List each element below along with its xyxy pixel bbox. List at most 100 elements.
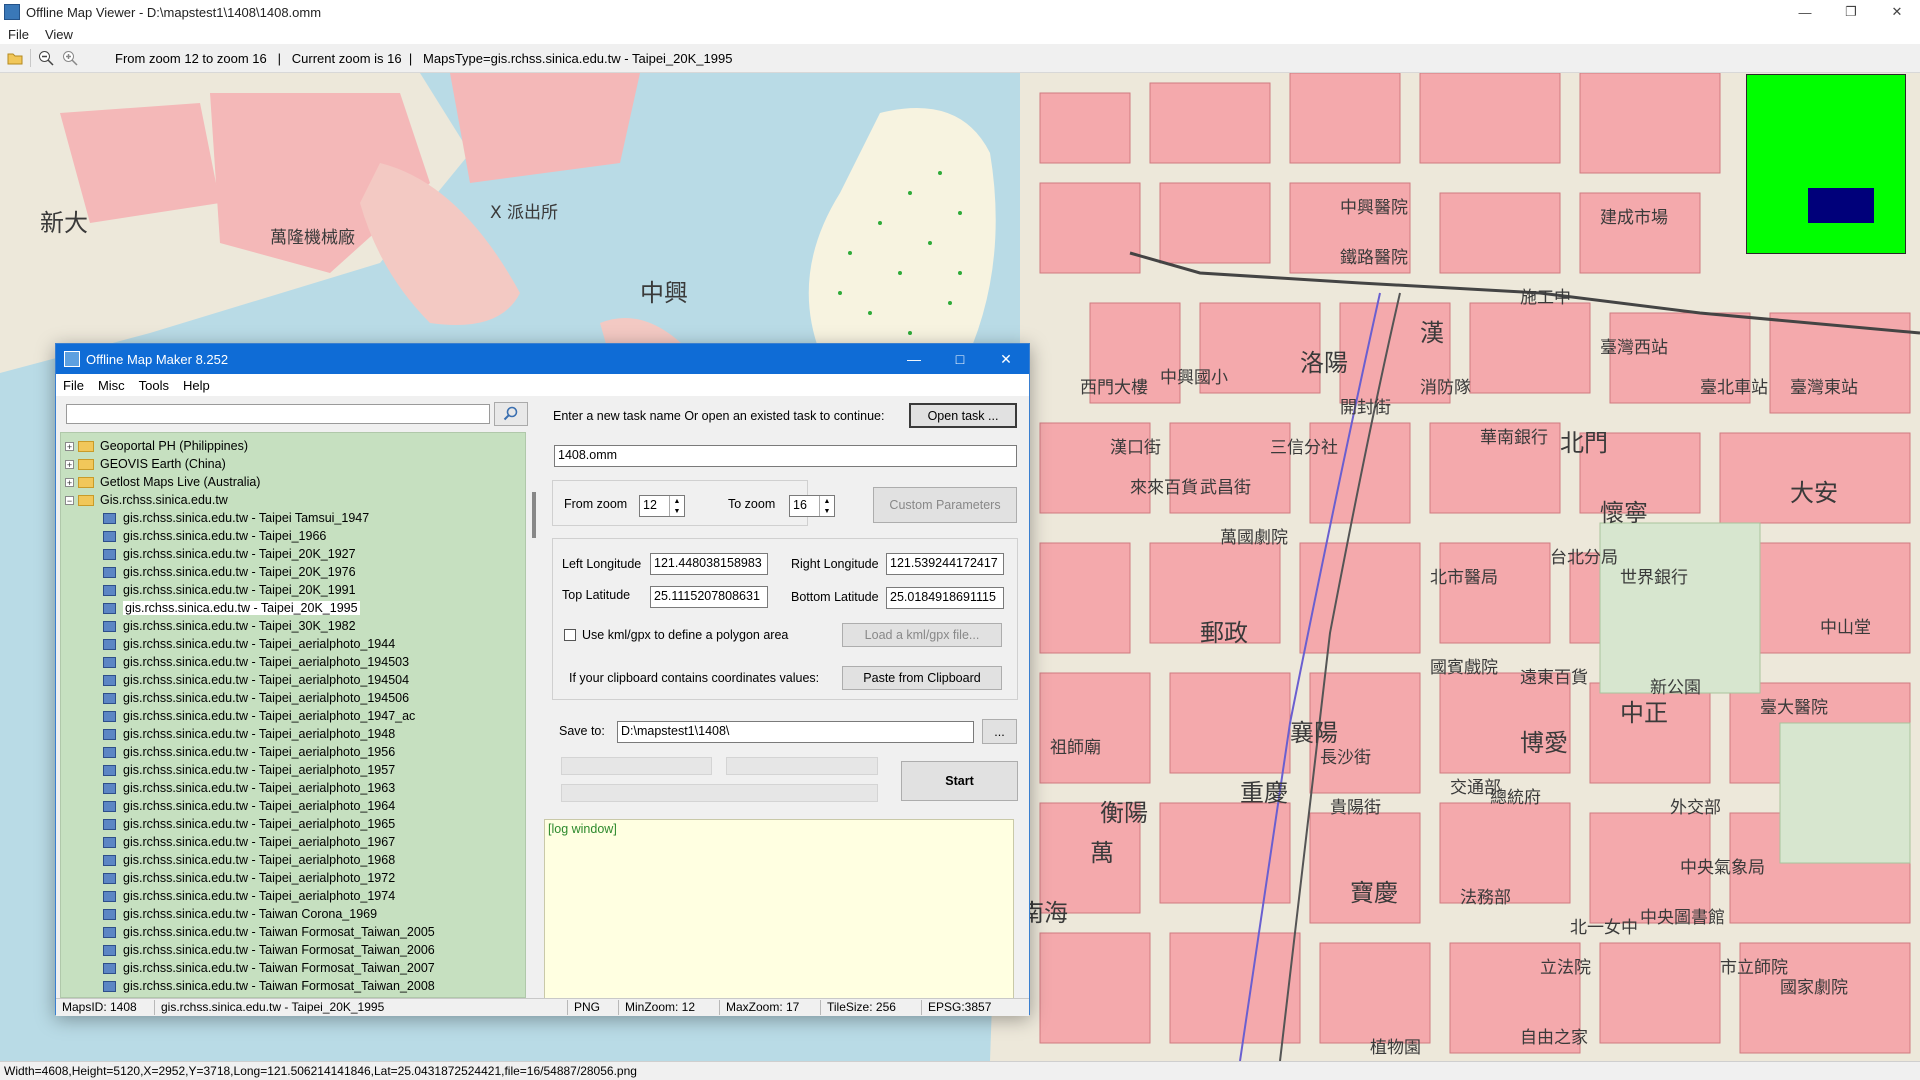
tree-item[interactable]: gis.rchss.sinica.edu.tw - Taipei_20K_199… [103,599,360,617]
minimize-icon[interactable]: — [1782,0,1828,24]
menu-file[interactable]: File [0,27,37,42]
tree-item[interactable]: gis.rchss.sinica.edu.tw - Taiwan Formosa… [103,959,435,977]
tree-item[interactable]: gis.rchss.sinica.edu.tw - Taipei_20K_199… [103,581,356,599]
save-to-input[interactable]: D:\mapstest1\1408\ [617,721,974,743]
bottom-latitude-input[interactable]: 25.0184918691115 [886,587,1004,609]
tree-item[interactable]: gis.rchss.sinica.edu.tw - Taiwan Corona_… [103,905,377,923]
map-tile-icon [103,890,116,902]
tree-item[interactable]: gis.rchss.sinica.edu.tw - Taipei_aerialp… [103,815,395,833]
tree-item-label: gis.rchss.sinica.edu.tw - Taiwan Corona_… [123,907,378,921]
tree-item[interactable]: gis.rchss.sinica.edu.tw - Taipei_aerialp… [103,725,395,743]
paste-clipboard-button[interactable]: Paste from Clipboard [842,666,1002,690]
log-window[interactable]: [log window] [544,819,1014,999]
close-icon[interactable]: ✕ [1874,0,1920,24]
browse-button[interactable]: ... [982,719,1017,744]
open-task-button[interactable]: Open task ... [909,403,1017,428]
dialog-menu-file[interactable]: File [56,378,91,393]
map-source-tree[interactable]: + Geoportal PH (Philippines) + GEOVIS Earth… [60,432,526,998]
map-label: 臺灣西站 [1600,338,1668,358]
menu-view[interactable]: View [37,27,81,42]
map-tile-icon [103,818,116,830]
load-kml-button[interactable]: Load a kml/gpx file... [842,623,1002,647]
tree-scrollbar[interactable] [528,432,542,998]
map-tile-icon [103,728,116,740]
expand-icon[interactable]: + [65,477,74,487]
tree-item[interactable]: gis.rchss.sinica.edu.tw - Taipei_aerialp… [103,833,395,851]
map-label: 立法院 [1540,958,1591,978]
map-tile-icon [103,782,116,794]
map-label: 華南銀行 [1480,428,1548,448]
tree-group[interactable]: + Getlost Maps Live (Australia) [65,473,260,491]
tree-item[interactable]: gis.rchss.sinica.edu.tw - Taipei_aerialp… [103,779,395,797]
map-label: 重慶 [1240,779,1288,807]
tree-item-label: gis.rchss.sinica.edu.tw - Taiwan Formosa… [123,925,435,939]
map-label: 萬 [1090,839,1114,867]
status-coordinates: Width=4608,Height=5120,X=2952,Y=3718,Lon… [4,1064,637,1078]
tree-item[interactable]: gis.rchss.sinica.edu.tw - Taipei_aerialp… [103,869,395,887]
tree-item[interactable]: gis.rchss.sinica.edu.tw - Taipei_aerialp… [103,689,409,707]
start-button[interactable]: Start [901,761,1018,801]
to-zoom-spinner[interactable]: 16 ▲ ▼ [789,495,835,517]
map-label: 三信分社 [1270,438,1338,458]
tree-group-label: Geoportal PH (Philippines) [100,439,248,453]
tree-item[interactable]: gis.rchss.sinica.edu.tw - Taipei Tamsui_… [103,509,369,527]
tree-item[interactable]: gis.rchss.sinica.edu.tw - Taiwan Formosa… [103,977,435,995]
expand-icon[interactable]: + [65,441,74,451]
tree-item[interactable]: gis.rchss.sinica.edu.tw - Taiwan Formosa… [103,923,435,941]
tree-group[interactable]: + GEOVIS Earth (China) [65,455,226,473]
search-button[interactable] [494,402,528,426]
tree-item[interactable]: gis.rchss.sinica.edu.tw - Taipei_aerialp… [103,743,395,761]
collapse-icon[interactable]: − [65,495,74,505]
top-latitude-input[interactable]: 25.1115207808631 [650,586,768,608]
map-tile-icon [103,584,116,596]
tree-item[interactable]: gis.rchss.sinica.edu.tw - Taiwan Formosa… [103,941,435,959]
dialog-menu-help[interactable]: Help [176,378,217,393]
dialog-maximize-icon[interactable]: □ [937,344,983,374]
tree-item[interactable]: gis.rchss.sinica.edu.tw - Taipei_aerialp… [103,797,395,815]
dialog-menu-tools[interactable]: Tools [132,378,176,393]
open-folder-icon[interactable] [6,49,24,67]
map-label: 中正 [1620,699,1668,727]
tree-item[interactable]: gis.rchss.sinica.edu.tw - Taipei_aerialp… [103,851,395,869]
tree-item-label: gis.rchss.sinica.edu.tw - Taipei_20K_199… [123,601,360,615]
map-tile-icon [103,512,116,524]
zoom-in-icon[interactable] [61,49,79,67]
dialog-title: Offline Map Maker 8.252 [86,351,229,367]
restore-icon[interactable]: ❐ [1828,0,1874,24]
to-zoom-spin-icon[interactable]: ▲ ▼ [819,496,834,516]
dialog-close-icon[interactable]: ✕ [983,344,1029,374]
right-longitude-input[interactable]: 121.539244172417 [886,553,1004,575]
zoom-out-icon[interactable] [37,49,55,67]
kml-checkbox[interactable] [564,629,576,641]
from-zoom-spinner[interactable]: 12 ▲ ▼ [639,495,685,517]
task-name-input[interactable]: 1408.omm [554,445,1017,467]
map-label: 北一女中 [1570,918,1638,938]
overview-minimap[interactable] [1746,74,1906,254]
dialog-menu-misc[interactable]: Misc [91,378,132,393]
minimap-viewport[interactable] [1808,188,1874,223]
log-scrollbar[interactable] [1014,819,1028,999]
map-label: 漢口街 [1110,438,1161,458]
dialog-minimize-icon[interactable]: — [891,344,937,374]
tree-item[interactable]: gis.rchss.sinica.edu.tw - Taipei_aerialp… [103,635,395,653]
tree-item[interactable]: gis.rchss.sinica.edu.tw - Taipei_20K_197… [103,563,356,581]
tree-group[interactable]: − Gis.rchss.sinica.edu.tw [65,491,228,509]
statusbar: Width=4608,Height=5120,X=2952,Y=3718,Lon… [0,1061,1920,1080]
search-input[interactable] [66,404,490,424]
tree-item[interactable]: gis.rchss.sinica.edu.tw - Taipei_aerialp… [103,653,409,671]
map-tile-icon [103,800,116,812]
custom-parameters-button[interactable]: Custom Parameters [873,487,1017,523]
map-label: 長沙街 [1320,748,1371,768]
tree-item[interactable]: gis.rchss.sinica.edu.tw - Taipei_aerialp… [103,707,415,725]
tree-group[interactable]: + Geoportal PH (Philippines) [65,437,248,455]
expand-icon[interactable]: + [65,459,74,469]
tree-item[interactable]: gis.rchss.sinica.edu.tw - Taipei_20K_192… [103,545,356,563]
tree-item[interactable]: gis.rchss.sinica.edu.tw - Taipei_aerialp… [103,671,409,689]
from-zoom-spin-icon[interactable]: ▲ ▼ [669,496,684,516]
tree-item[interactable]: gis.rchss.sinica.edu.tw - Taipei_1966 [103,527,326,545]
map-tile-icon [103,926,116,938]
tree-item[interactable]: gis.rchss.sinica.edu.tw - Taipei_aerialp… [103,761,395,779]
tree-item[interactable]: gis.rchss.sinica.edu.tw - Taipei_30K_198… [103,617,356,635]
left-longitude-input[interactable]: 121.448038158983 [650,553,768,575]
tree-item[interactable]: gis.rchss.sinica.edu.tw - Taipei_aerialp… [103,887,395,905]
